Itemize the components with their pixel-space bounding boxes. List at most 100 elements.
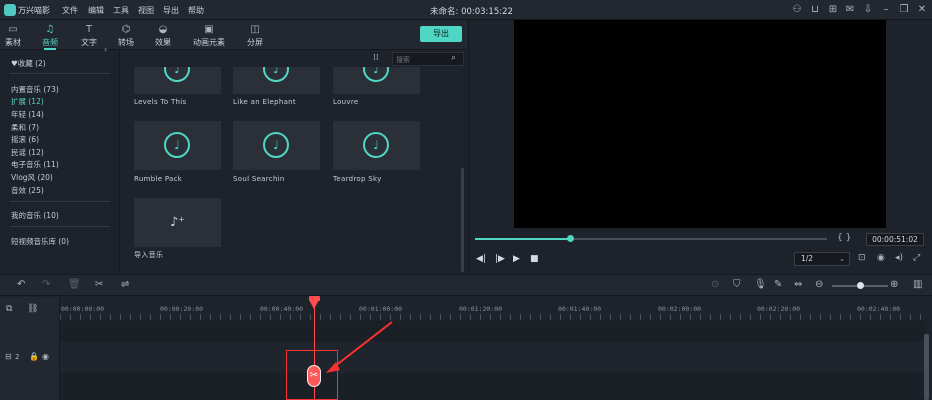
- tab-text[interactable]: T 文字: [77, 20, 101, 50]
- stop-icon[interactable]: ■: [530, 254, 539, 264]
- ruler-label: 00:02:00:00: [658, 305, 702, 313]
- category-item[interactable]: 音效 (25): [11, 185, 44, 196]
- user-icon[interactable]: ⚇: [790, 3, 804, 17]
- menu-export[interactable]: 导出: [163, 5, 179, 16]
- tab-split-screen[interactable]: ◫ 分屏: [243, 20, 267, 50]
- category-short-video-library[interactable]: 短视频音乐库 (0): [11, 236, 69, 247]
- timeline-track[interactable]: [60, 373, 924, 400]
- category-item-active[interactable]: 扩展 (12): [11, 96, 44, 107]
- document-title: 未命名: 00:03:15:22: [430, 7, 513, 17]
- divider: [10, 201, 110, 202]
- audio-adjust-icon[interactable]: ⇌: [121, 279, 129, 290]
- music-disc-icon: ♩: [164, 132, 190, 158]
- menu-edit[interactable]: 编辑: [88, 5, 104, 16]
- link-icon[interactable]: ⛓: [27, 304, 38, 314]
- video-preview: [514, 20, 886, 228]
- minimize-icon[interactable]: –: [879, 3, 893, 17]
- library-scrollbar[interactable]: [461, 168, 464, 272]
- import-music-card[interactable]: ♪⁺: [134, 198, 221, 247]
- audio-card[interactable]: ♩: [134, 121, 221, 170]
- camera-icon[interactable]: ◉: [877, 253, 885, 263]
- restore-icon[interactable]: ❐: [897, 3, 911, 17]
- menu-help[interactable]: 帮助: [188, 5, 204, 16]
- category-favorites[interactable]: ♥收藏 (2): [11, 58, 46, 69]
- audio-card[interactable]: ♩: [233, 67, 320, 94]
- audio-card[interactable]: ♩: [333, 121, 420, 170]
- playback-progress-knob[interactable]: [567, 235, 575, 242]
- mark-in-out-icon[interactable]: { }: [837, 233, 851, 243]
- zoom-slider-knob[interactable]: [857, 282, 864, 289]
- category-my-music[interactable]: 我的音乐 (10): [11, 210, 59, 221]
- tab-elements[interactable]: ▣ 动画元素: [190, 20, 228, 50]
- panel-toggle-icon[interactable]: ▥: [913, 279, 922, 290]
- category-item[interactable]: 电子音乐 (11): [11, 159, 59, 170]
- volume-icon[interactable]: ◂): [895, 253, 903, 263]
- edit-clip-icon[interactable]: ✎: [774, 279, 782, 290]
- split-screen-icon: ◫: [250, 24, 260, 35]
- track-number: 2: [15, 353, 20, 361]
- timeline-track[interactable]: [60, 342, 924, 372]
- cart-icon[interactable]: ⊔: [808, 3, 822, 17]
- category-item[interactable]: 内置音乐 (73): [11, 84, 59, 95]
- category-item[interactable]: 年轻 (14): [11, 109, 44, 120]
- timeline-toolbar: [0, 274, 932, 296]
- render-preview-icon[interactable]: ⊙: [711, 279, 719, 290]
- audio-card[interactable]: ♩: [233, 121, 320, 170]
- zoom-out-icon[interactable]: ⊖: [815, 279, 823, 290]
- menu-view[interactable]: 视图: [138, 5, 154, 16]
- split-scissors-button[interactable]: ✂: [307, 365, 321, 387]
- grid-view-icon[interactable]: ⁞⁞: [373, 53, 379, 63]
- mail-icon[interactable]: ✉: [843, 3, 857, 17]
- category-item[interactable]: 摇滚 (6): [11, 134, 39, 145]
- split-scissors-icon[interactable]: ✂: [95, 279, 103, 290]
- export-button[interactable]: 导出: [420, 26, 462, 42]
- delete-icon[interactable]: 🗑: [68, 279, 81, 290]
- step-back-icon[interactable]: ◀|: [476, 254, 486, 264]
- tab-label: 动画元素: [193, 38, 225, 47]
- audio-title: Teardrop Sky: [333, 175, 382, 183]
- lock-icon[interactable]: 🔒: [29, 352, 39, 361]
- fit-timeline-icon[interactable]: ⇔: [794, 279, 802, 290]
- app-window: 万兴喵影 文件 编辑 工具 视图 导出 帮助 未命名: 00:03:15:22 …: [0, 0, 932, 400]
- ruler-ticks: [60, 314, 924, 320]
- tab-media[interactable]: ▭ 素材: [2, 20, 24, 50]
- eye-icon[interactable]: ◉: [42, 352, 49, 361]
- fullscreen-icon[interactable]: ⤢: [913, 253, 920, 263]
- zoom-in-icon[interactable]: ⊕: [890, 279, 898, 290]
- transition-icon: ⌬: [121, 24, 131, 35]
- audio-card[interactable]: ♩: [134, 67, 221, 94]
- add-track-icon[interactable]: ⧉: [6, 304, 12, 314]
- microphone-icon[interactable]: 🎙: [754, 279, 767, 290]
- marker-icon[interactable]: ⛉: [733, 279, 741, 290]
- ruler-label: 00:01:20:00: [459, 305, 503, 313]
- display-settings-icon[interactable]: ⊡: [858, 253, 866, 263]
- divider: [10, 226, 110, 227]
- timeline-scrollbar[interactable]: [924, 334, 929, 400]
- category-item[interactable]: 民谣 (12): [11, 147, 44, 158]
- tab-effects[interactable]: ◒ 效果: [151, 20, 175, 50]
- music-disc-icon: ♩: [363, 132, 389, 158]
- menu-tools[interactable]: 工具: [113, 5, 129, 16]
- timeline-track[interactable]: [60, 321, 924, 341]
- timecode-display: 00:00:51:02: [866, 233, 924, 246]
- download-icon[interactable]: ⇩: [861, 3, 875, 17]
- music-disc-icon: ♩: [263, 132, 289, 158]
- tab-audio[interactable]: ♫ 音频: [38, 20, 62, 50]
- redo-icon[interactable]: ↷: [42, 279, 50, 290]
- category-item[interactable]: Vlog风 (20): [11, 172, 53, 183]
- preview-quality-select[interactable]: 1/2 ⌄: [794, 252, 850, 266]
- search-icon[interactable]: ⌕: [451, 53, 456, 63]
- gift-icon[interactable]: ⊞: [826, 3, 840, 17]
- menu-file[interactable]: 文件: [62, 5, 78, 16]
- text-icon: T: [85, 24, 93, 35]
- music-disc-icon: ♩: [263, 67, 289, 82]
- undo-icon[interactable]: ↶: [17, 279, 25, 290]
- play-icon[interactable]: ▶: [513, 254, 520, 264]
- close-icon[interactable]: ✕: [915, 3, 929, 17]
- tab-transition[interactable]: ⌬ 转场: [114, 20, 138, 50]
- chevron-down-icon: ⌄: [839, 255, 845, 263]
- tab-label: 文字: [81, 38, 97, 47]
- audio-card[interactable]: ♩: [333, 67, 420, 94]
- category-item[interactable]: 柔和 (7): [11, 122, 39, 133]
- step-forward-icon[interactable]: |▶: [495, 254, 505, 264]
